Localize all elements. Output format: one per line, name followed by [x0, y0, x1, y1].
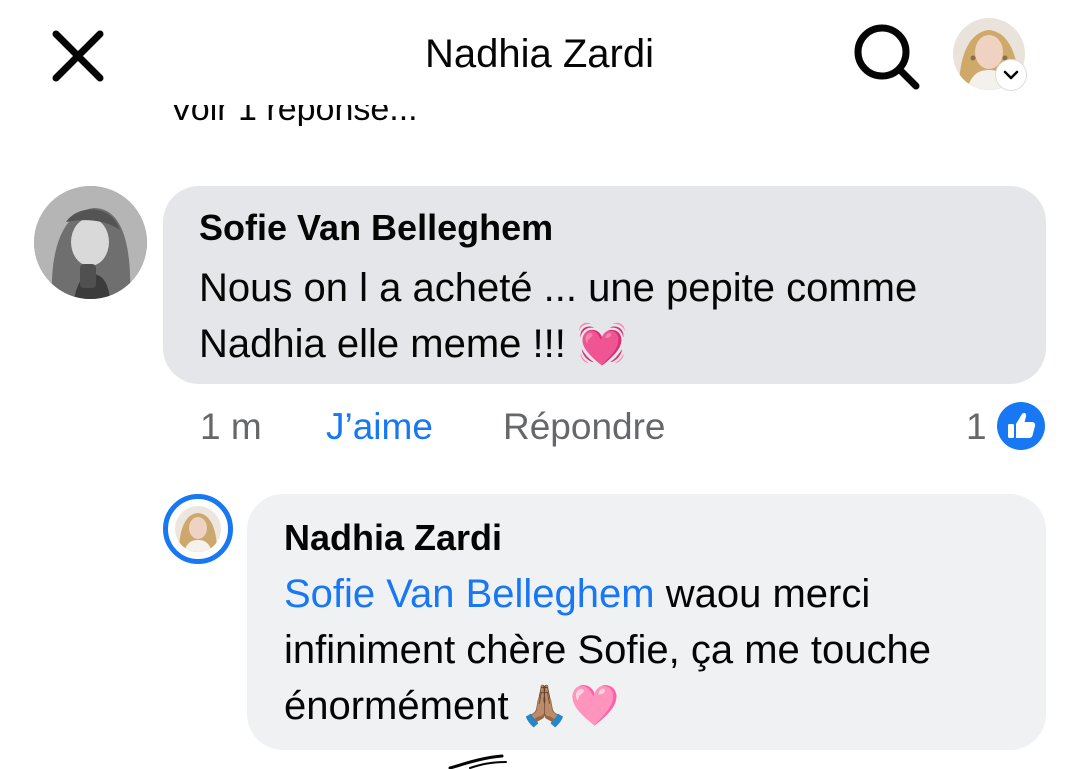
search-icon [854, 24, 920, 90]
search-button[interactable] [852, 22, 922, 92]
account-switcher-button[interactable] [996, 60, 1026, 90]
comment-bubble: Sofie Van Belleghem Nous on l a acheté .… [163, 186, 1046, 384]
comments-view: Nadhia Zardi Voir 1 réponse... Sofie Van… [0, 0, 1079, 769]
mention-link[interactable]: Sofie Van Belleghem [284, 572, 655, 616]
reply-bubble: Nadhia Zardi Sofie Van Belleghem waou me… [247, 494, 1046, 750]
comment-text: Nous on l a acheté ... une pepite comme … [199, 260, 1019, 372]
chevron-down-icon [1003, 70, 1019, 80]
top-bar: Nadhia Zardi [0, 0, 1079, 105]
comment-body: Nous on l a acheté ... une pepite comme … [199, 266, 918, 366]
close-button[interactable] [46, 24, 110, 88]
reaction-count[interactable]: 1 [966, 404, 987, 450]
comment-author[interactable]: Sofie Van Belleghem [199, 206, 553, 250]
replier-avatar[interactable] [163, 494, 233, 564]
pray-heart-emoji: 🙏🏽🩷 [519, 684, 620, 728]
reply-text: Sofie Van Belleghem waou merci infinimen… [284, 566, 1029, 734]
view-replies-link[interactable]: Voir 1 réponse... [170, 102, 418, 126]
next-item-edge [440, 752, 510, 769]
page-title: Nadhia Zardi [424, 32, 654, 76]
comment-reply-button[interactable]: Répondre [503, 404, 666, 450]
reply-author[interactable]: Nadhia Zardi [284, 516, 502, 560]
comment-like-button[interactable]: J’aime [326, 404, 433, 450]
commenter-avatar[interactable] [34, 186, 147, 299]
close-icon [52, 30, 104, 82]
beating-heart-emoji: 💓 [576, 322, 627, 366]
like-reaction-icon[interactable] [995, 400, 1047, 452]
comment-time: 1 m [200, 406, 262, 447]
